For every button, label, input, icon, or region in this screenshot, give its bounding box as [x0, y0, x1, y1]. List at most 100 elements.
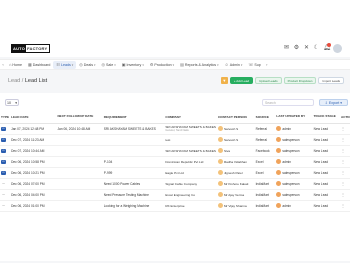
table-row[interactable]: — Dec 06, 2024 04:00 PM Need Pressure Test…	[0, 189, 350, 201]
leads-icon: ☷	[56, 62, 60, 67]
gear-icon[interactable]: ⚙	[293, 44, 300, 53]
app-logo[interactable]: AUTO FACTORY	[11, 44, 51, 53]
col-requirement[interactable]: REQUIREMENT	[102, 112, 165, 124]
row-contact: Mr Kishore Kakati	[216, 178, 255, 190]
contact-name[interactable]: Sarvesh S	[224, 127, 238, 131]
row-type: ▭	[0, 123, 11, 135]
col-last-updated[interactable]: LAST UPDATED BY	[275, 112, 313, 124]
nav-item-home[interactable]: ⌂ Home	[6, 61, 25, 69]
table-row[interactable]: ▭ Dec 06, 2024 10:21 PM P-999 Eagle Pvt Ltd…	[0, 167, 350, 179]
contact-avatar	[217, 137, 223, 142]
updater-name: salesperson	[282, 137, 300, 142]
company-location: Gurukul, Tamil Nadu	[165, 129, 189, 132]
col-track-stage[interactable]: TRACK STAGE	[312, 112, 341, 124]
lead-type-icon: —	[2, 204, 5, 207]
col-followup[interactable]: NEXT FOLLOWUP DATE	[56, 112, 103, 124]
row-actions-icon[interactable]: ⋮	[340, 156, 350, 168]
contact-name[interactable]: Radha Vidabhan	[224, 160, 247, 164]
nav-item-reports[interactable]: ▤ Reports & Analytics ▾	[177, 61, 221, 69]
admin-icon: ☺	[224, 62, 229, 67]
contact-avatar	[217, 192, 223, 197]
col-type[interactable]: TYPE	[0, 112, 11, 124]
nav-item-production[interactable]: ⚙ Production ▾	[147, 61, 177, 69]
updater-avatar	[276, 181, 282, 186]
contact-name[interactable]: Mr Vijay Sharma	[224, 204, 247, 208]
top-bar: AUTO FACTORY ✉ ⚙ ✕ ☾ 🔔︎	[0, 0, 350, 57]
nav-item-dashboard[interactable]: ▦ Dashboard	[25, 61, 53, 69]
table-row[interactable]: — Dec 06, 2024 01:00 PM Looking for a Weig…	[0, 200, 350, 212]
row-actions-icon[interactable]: ⋮	[340, 145, 350, 157]
row-requirement	[102, 134, 165, 146]
row-company: Signal Cable Company	[164, 178, 217, 190]
chevron-down-icon: ▾	[15, 100, 17, 105]
contact-avatar	[217, 203, 223, 208]
col-track-stage-label: TRACK STAGE	[313, 114, 336, 119]
sale-icon: ◎	[101, 62, 106, 67]
avatar[interactable]	[333, 44, 342, 53]
row-actions-icon[interactable]: ⋮	[340, 200, 350, 212]
row-source: Facebook	[254, 145, 276, 157]
row-last-updated: salesperson	[275, 145, 313, 157]
row-contact: Mr Vijay Sharma	[216, 200, 255, 212]
row-contact: Siva	[216, 145, 255, 157]
row-track-stage: New Lead	[312, 123, 341, 135]
nav-item-sale[interactable]: ◎ Sale ▾	[99, 61, 119, 69]
contact-name[interactable]: Sarvesh S	[224, 138, 238, 142]
row-track-stage: New Lead	[312, 189, 341, 201]
nav-item-admin[interactable]: ☺ Admin ▾	[222, 61, 246, 69]
nav-item-deals[interactable]: ◎ Deals ▾	[76, 61, 98, 69]
row-lead-date: Dec 06, 2024 07:00 PM	[10, 178, 57, 190]
table-row[interactable]: ▭ Dec 06, 2024 10:58 PM P-104 Dominican Rep…	[0, 156, 350, 168]
row-actions-icon[interactable]: ⋮	[340, 123, 350, 135]
breadcrumb-home[interactable]: Lead	[8, 78, 20, 84]
nav-item-leads[interactable]: ☷ Leads ▾	[53, 60, 77, 69]
contact-name[interactable]: Mr Ajay Verma	[224, 193, 244, 197]
export-button[interactable]: ⇩ Export ▾	[319, 99, 348, 106]
row-actions-icon[interactable]: ⋮	[340, 167, 350, 179]
company-name: Eagle Pvt Ltd	[165, 170, 184, 175]
table-row[interactable]: ▭ Jan 07, 2024 12:48 PM Jan 06, 2024 10:48…	[0, 123, 350, 135]
company-name: Signal Cable Company	[165, 181, 197, 186]
row-type: —	[0, 200, 11, 212]
bell-icon[interactable]: 🔔︎	[323, 43, 331, 53]
row-requirement: P-104	[102, 156, 165, 168]
nav-label: Reports & Analytics	[184, 62, 217, 67]
row-last-updated: salesperson	[275, 134, 313, 146]
row-type: —	[0, 189, 11, 201]
upload-leads-button[interactable]: Upload Leads	[255, 77, 282, 84]
contact-name[interactable]: Mr Kishore Kakati	[224, 182, 248, 186]
contact-avatar	[217, 170, 223, 175]
search-input[interactable]: Search	[262, 99, 314, 106]
row-actions-icon[interactable]: ⋮	[340, 178, 350, 190]
nav-right-arrow[interactable]: ›	[264, 62, 270, 67]
nav-label: Sup	[254, 62, 261, 67]
import-leads-button[interactable]: Import Leads	[318, 77, 344, 84]
col-lead-date[interactable]: LEAD DATE	[10, 112, 57, 124]
row-requirement: P-999	[102, 167, 165, 179]
per-page-select[interactable]: 10 ▾	[5, 99, 19, 106]
lead-type-icon: ▭	[1, 149, 6, 153]
contact-avatar	[217, 148, 223, 153]
tools-icon[interactable]: ✕	[303, 44, 310, 53]
table-row[interactable]: — Dec 06, 2024 07:00 PM Need 1000 Power Ca…	[0, 178, 350, 190]
col-company[interactable]: COMPANY	[164, 112, 217, 124]
contact-name[interactable]: Siva	[224, 149, 230, 153]
filter-icon[interactable]: ▼	[220, 77, 228, 84]
col-contact[interactable]: CONTACT PERSON	[216, 112, 255, 124]
moon-icon[interactable]: ☾	[313, 44, 320, 53]
contact-name[interactable]: Jignesh Patel	[224, 171, 243, 175]
product-dropdown-button[interactable]: Product Dropdown	[283, 77, 317, 84]
table-row[interactable]: ▭ Dec 07, 2024 11:23 AM test Sarvesh S Refer…	[0, 134, 350, 146]
nav-item-support[interactable]: ☏ Sup	[245, 61, 263, 69]
row-last-updated: salesperson	[275, 189, 313, 201]
nav-item-inventory[interactable]: ▣ Inventory ▾	[119, 61, 147, 69]
row-followup	[56, 156, 103, 168]
chat-icon[interactable]: ✉	[283, 44, 290, 53]
col-source[interactable]: SOURCE	[254, 112, 276, 124]
row-actions-icon[interactable]: ⋮	[340, 189, 350, 201]
lead-type-icon: ▭	[1, 138, 6, 142]
table-row[interactable]: ▭ Dec 07, 2024 10:44 AM SRI AKSHAYAM SWEET…	[0, 145, 350, 157]
row-actions-icon[interactable]: ⋮	[340, 134, 350, 146]
add-lead-button[interactable]: + Add Lead	[229, 77, 254, 84]
lead-type-icon: ▭	[1, 160, 6, 164]
